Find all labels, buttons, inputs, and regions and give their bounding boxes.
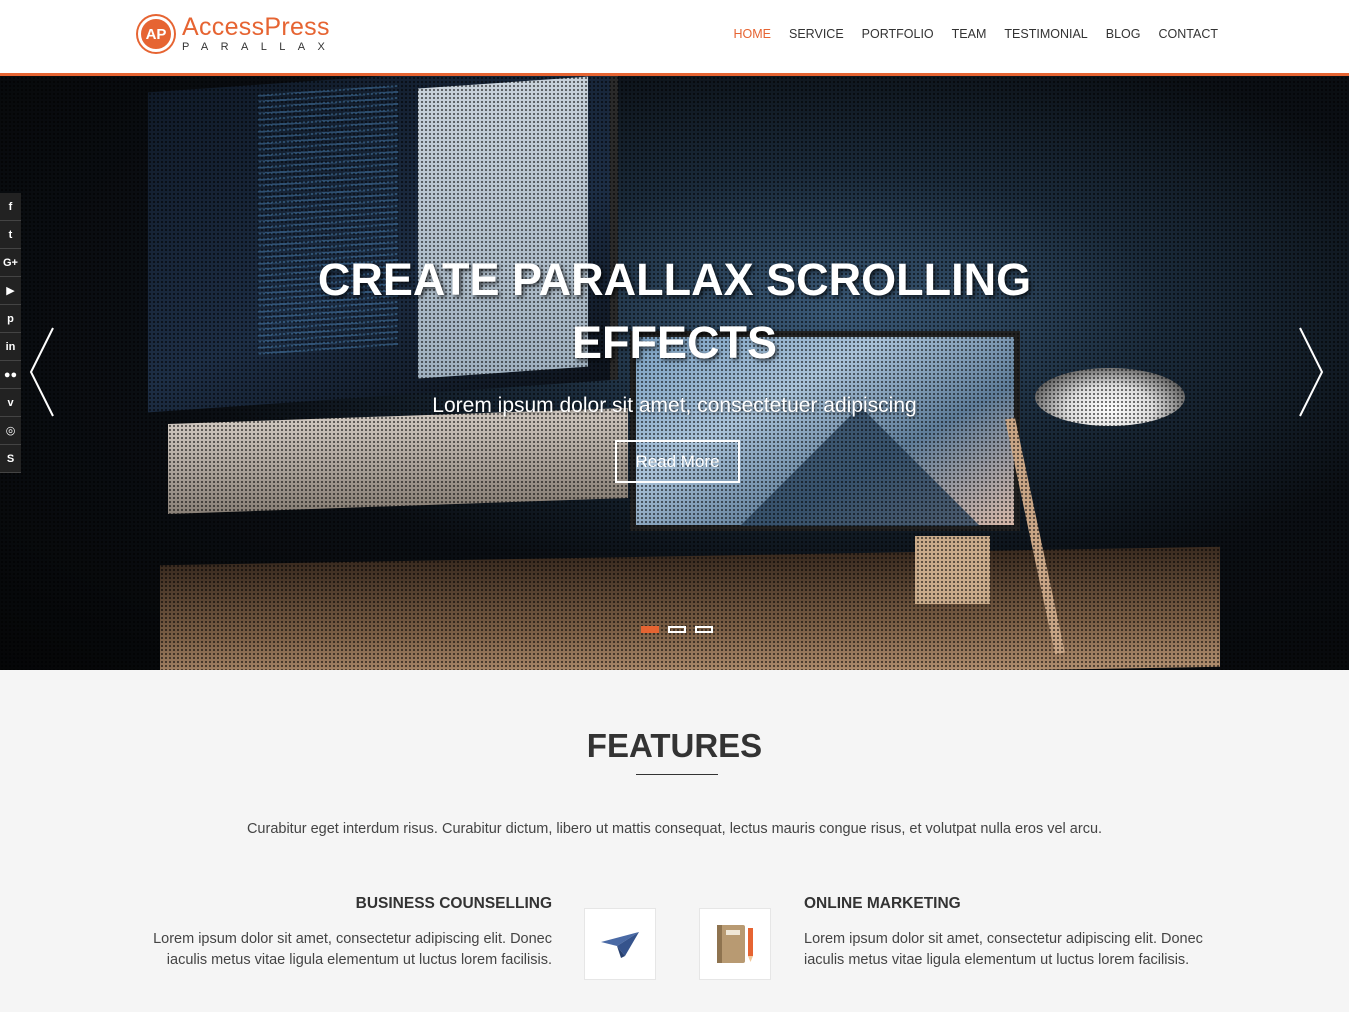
page: AP AccessPress PARALLAX HOME SERVICE POR… [0, 0, 1349, 1012]
slider-pagination [641, 626, 713, 633]
hero-content: CREATE PARALLAX SCROLLING EFFECTS Lorem … [0, 76, 1349, 670]
youtube-icon[interactable]: ▶ [0, 277, 21, 305]
hero-title-line1: CREATE PARALLAX SCROLLING [317, 254, 1032, 305]
site-logo[interactable]: AP AccessPress PARALLAX [138, 15, 337, 53]
nav-item-testimonial[interactable]: TESTIMONIAL [1004, 27, 1087, 41]
slider-dot-1[interactable] [641, 626, 659, 633]
nav-item-team[interactable]: TEAM [952, 27, 987, 41]
logo-sub-text: PARALLAX [182, 41, 338, 53]
twitter-icon[interactable]: t [0, 221, 21, 249]
main-nav: HOME SERVICE PORTFOLIO TEAM TESTIMONIAL … [734, 27, 1219, 41]
nav-item-portfolio[interactable]: PORTFOLIO [862, 27, 934, 41]
paper-plane-icon [584, 908, 656, 980]
site-header: AP AccessPress PARALLAX HOME SERVICE POR… [0, 0, 1349, 76]
pinterest-icon[interactable]: p [0, 305, 21, 333]
hero-subtitle: Lorem ipsum dolor sit amet, consectetuer… [432, 394, 917, 417]
nav-item-service[interactable]: SERVICE [789, 27, 844, 41]
logo-badge: AP [138, 16, 174, 52]
hero-title-line2: EFFECTS [571, 317, 777, 368]
facebook-icon[interactable]: f [0, 193, 21, 221]
features-title: FEATURES [586, 727, 763, 764]
social-sidebar: f t G+ ▶ p in ●● v ◎ S [0, 193, 21, 473]
google-plus-icon[interactable]: G+ [0, 249, 21, 277]
feature-title: ONLINE MARKETING [804, 895, 961, 912]
hero-slider: CREATE PARALLAX SCROLLING EFFECTS Lorem … [0, 76, 1349, 670]
nav-item-contact[interactable]: CONTACT [1159, 27, 1219, 41]
slider-next-arrow-icon[interactable] [1296, 326, 1326, 418]
feature-business-counselling: BUSINESS COUNSELLING Lorem ipsum dolor s… [130, 895, 552, 971]
read-more-button[interactable]: Read More [615, 440, 740, 483]
feature-title: BUSINESS COUNSELLING [355, 895, 552, 912]
feature-text: Lorem ipsum dolor sit amet, consectetur … [153, 931, 552, 968]
flickr-icon[interactable]: ●● [0, 361, 21, 389]
hero-title: CREATE PARALLAX SCROLLING EFFECTS [0, 248, 1349, 374]
skype-icon[interactable]: S [0, 445, 21, 473]
feature-online-marketing: ONLINE MARKETING Lorem ipsum dolor sit a… [804, 895, 1226, 971]
slider-dot-2[interactable] [668, 626, 686, 633]
instagram-icon[interactable]: ◎ [0, 417, 21, 445]
nav-item-blog[interactable]: BLOG [1106, 27, 1141, 41]
features-description: Curabitur eget interdum risus. Curabitur… [246, 821, 1103, 837]
nav-item-home[interactable]: HOME [734, 27, 772, 41]
vimeo-icon[interactable]: v [0, 389, 21, 417]
features-section: FEATURES Curabitur eget interdum risus. … [0, 670, 1349, 1012]
slider-prev-arrow-icon[interactable] [27, 326, 57, 418]
notebook-icon [699, 908, 771, 980]
feature-text: Lorem ipsum dolor sit amet, consectetur … [804, 931, 1203, 968]
slider-dot-3[interactable] [695, 626, 713, 633]
features-divider [636, 774, 718, 775]
logo-text: AccessPress PARALLAX [182, 15, 337, 53]
linkedin-icon[interactable]: in [0, 333, 21, 361]
logo-main-text: AccessPress [182, 13, 330, 41]
